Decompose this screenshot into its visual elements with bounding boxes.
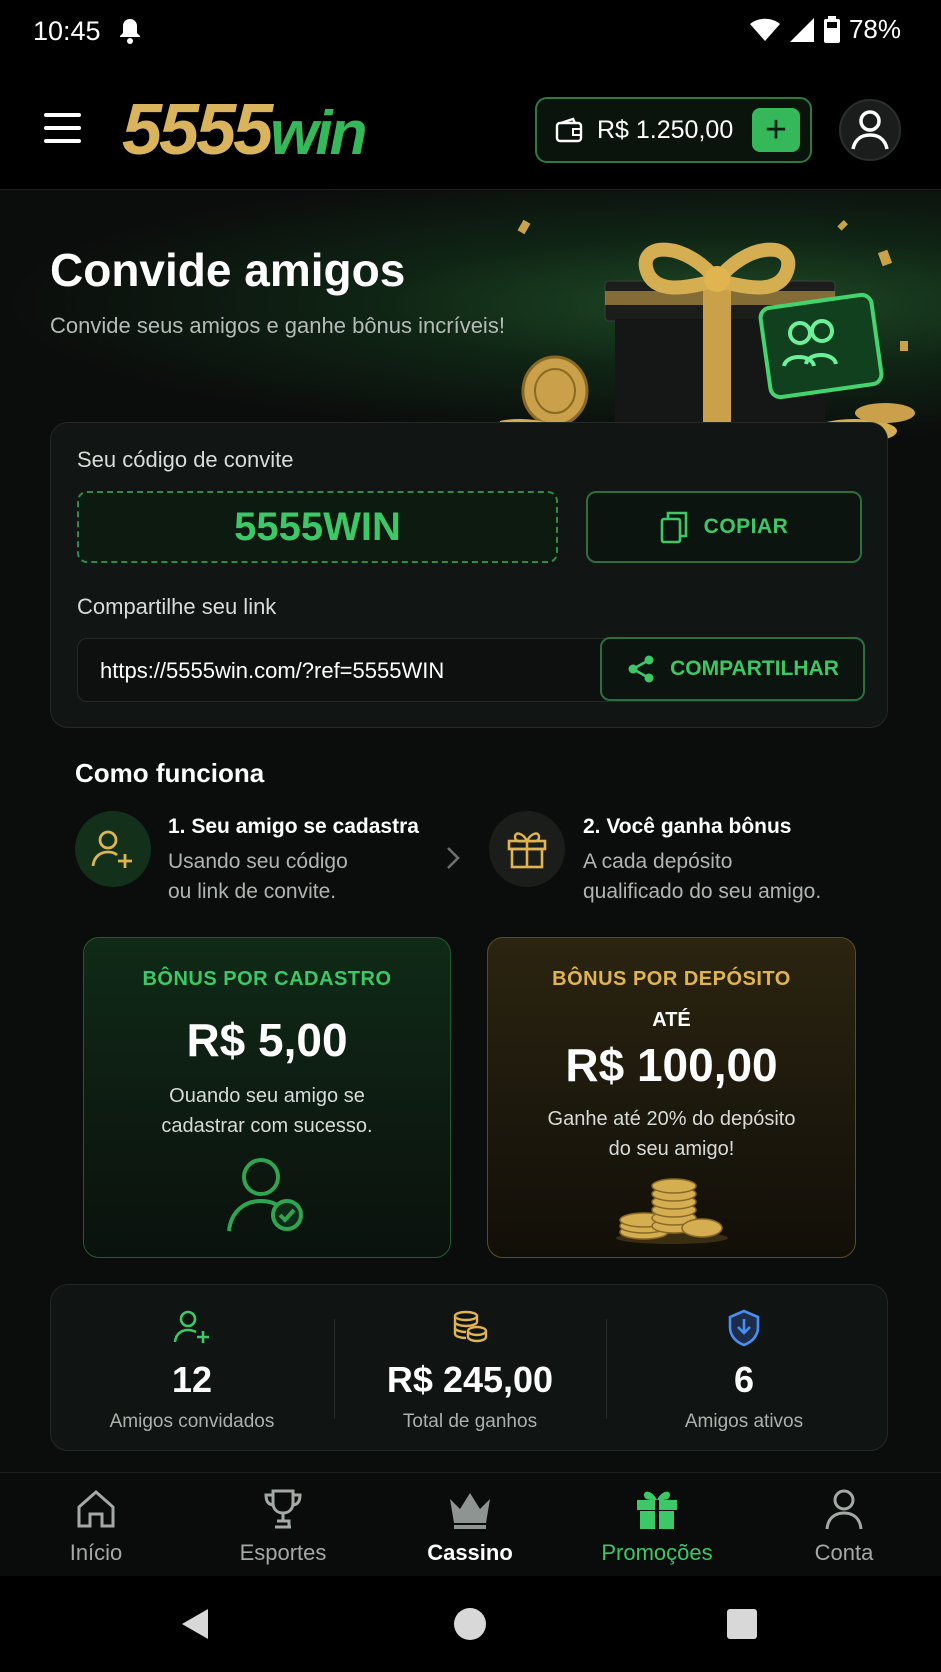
status-icons: 78% [749, 14, 901, 45]
deposit-bonus-title: BÔNUS POR DEPÓSITO [552, 968, 791, 990]
signup-bonus-desc-line1: Ouando seu amigo se [169, 1085, 365, 1107]
copy-button[interactable]: COPIAR [586, 491, 862, 563]
deposit-bonus-desc-line2: do seu amigo! [608, 1138, 735, 1160]
share-link-field[interactable]: https://5555win.com/?ref=5555WIN COMPART… [77, 637, 865, 702]
invite-card: Seu código de convite 5555WIN COPIAR Com… [50, 422, 888, 728]
battery-icon [823, 15, 840, 43]
step-2-title: 2. Você ganha bônus [583, 815, 792, 838]
stat-active-value: 6 [733, 1359, 755, 1400]
user-plus-icon [173, 1310, 209, 1343]
system-navigation-bar [0, 1576, 941, 1672]
coin-stack-icon [615, 1178, 728, 1244]
signup-bonus-title: BÔNUS POR CADASTRO [142, 968, 392, 990]
step-1-title: 1. Seu amigo se cadastra [168, 815, 419, 838]
copy-label: COPIAR [703, 515, 789, 538]
crown-icon [450, 1493, 490, 1529]
stat-divider [606, 1319, 607, 1419]
recents-icon[interactable] [726, 1608, 758, 1640]
bell-icon [118, 17, 142, 50]
trophy-icon [264, 1489, 302, 1529]
invite-code-label: Seu código de convite [77, 447, 294, 472]
share-link[interactable]: https://5555win.com/?ref=5555WIN [100, 658, 444, 684]
gift-icon [637, 1491, 677, 1529]
signup-bonus-desc-line2: cadastrar com sucesso. [161, 1115, 373, 1137]
page-title: Convide amigos [50, 244, 406, 296]
battery-level: 78% [848, 14, 901, 44]
user-icon [825, 1489, 863, 1530]
share-button[interactable]: COMPARTILHAR [600, 637, 865, 701]
copy-icon [660, 511, 687, 544]
stat-earnings-label: Total de ganhos [402, 1411, 538, 1432]
user-check-icon [227, 1158, 303, 1232]
gift-icon [507, 832, 547, 869]
step-1-desc-line2: ou link de convite. [168, 880, 337, 903]
step-2-desc-line1: A cada depósito [583, 850, 733, 873]
status-bar: 10:45 78% [0, 0, 941, 64]
user-plus-icon [91, 830, 132, 868]
deposit-bonus-desc-line1: Ganhe até 20% do depósito [547, 1108, 796, 1130]
share-icon [628, 655, 654, 683]
nav-cassino-label: Cassino [427, 1540, 513, 1565]
nav-esportes-label: Esportes [239, 1540, 327, 1565]
nav-esportes[interactable]: Esportes [208, 1487, 358, 1566]
menu-icon[interactable] [44, 113, 81, 143]
stat-earnings-value: R$ 245,00 [386, 1359, 554, 1400]
logo-number: 5555 [122, 90, 273, 170]
stats-card: 12 Amigos convidados R$ 245,00 Total de … [50, 1284, 888, 1451]
deposit-bonus-amount: R$ 100,00 [565, 1039, 778, 1091]
step-signup-icon [75, 811, 151, 887]
shield-icon [728, 1309, 760, 1347]
user-icon [851, 110, 889, 150]
step-bonus-icon [489, 811, 565, 887]
chevron-right-icon [447, 847, 460, 869]
deposit-bonus-prefix: ATÉ [652, 1009, 691, 1031]
deposit-button[interactable]: + [752, 108, 800, 152]
bottom-nav: Início Esportes Cassino Promoções Conta [0, 1472, 941, 1576]
balance-amount: R$ 1.250,00 [597, 115, 734, 144]
stat-active-label: Amigos ativos [684, 1411, 804, 1432]
stat-earnings: R$ 245,00 Total de ganhos [334, 1285, 606, 1452]
stat-active: 6 Amigos ativos [608, 1285, 880, 1452]
nav-conta-label: Conta [814, 1540, 874, 1565]
nav-inicio[interactable]: Início [21, 1487, 171, 1566]
step-1-desc-line1: Usando seu código [168, 850, 348, 873]
share-label: COMPARTILHAR [670, 657, 839, 680]
logo: 5555win [122, 94, 368, 168]
stat-invited-value: 12 [171, 1359, 213, 1400]
hero-banner: Convide amigos Convide seus amigos e gan… [0, 191, 941, 441]
logo-word: win [270, 99, 367, 168]
nav-promocoes-label: Promoções [601, 1540, 713, 1565]
avatar[interactable] [839, 99, 901, 161]
coins-icon [453, 1310, 488, 1343]
signup-bonus-amount: R$ 5,00 [186, 1014, 348, 1066]
back-icon[interactable] [180, 1607, 210, 1641]
signup-bonus-card: BÔNUS POR CADASTRO R$ 5,00 Ouando seu am… [83, 937, 451, 1258]
deposit-bonus-card: BÔNUS POR DEPÓSITO ATÉ R$ 100,00 Ganhe a… [487, 937, 856, 1258]
nav-cassino[interactable]: Cassino [395, 1487, 545, 1566]
signal-icon [789, 17, 814, 42]
stat-invited-label: Amigos convidados [109, 1411, 275, 1432]
app-header: 5555win R$ 1.250,00 + [0, 64, 941, 190]
page-subtitle: Convide seus amigos e ganhe bônus incrív… [50, 313, 505, 338]
invite-code[interactable]: 5555WIN [77, 491, 558, 563]
step-2-desc-line2: qualificado do seu amigo. [583, 880, 822, 903]
wifi-icon [749, 18, 780, 41]
status-time: 10:45 [33, 16, 101, 46]
home-circle-icon[interactable] [453, 1607, 487, 1641]
nav-conta[interactable]: Conta [769, 1487, 919, 1566]
gift-illustration [500, 219, 915, 441]
wallet-icon [555, 117, 583, 143]
stat-invited: 12 Amigos convidados [56, 1285, 328, 1452]
share-link-label: Compartilhe seu link [77, 594, 277, 619]
nav-inicio-label: Início [69, 1540, 123, 1565]
nav-promocoes[interactable]: Promoções [582, 1487, 732, 1566]
home-icon [77, 1489, 115, 1528]
how-it-works-title: Como funciona [75, 758, 265, 788]
wallet-balance[interactable]: R$ 1.250,00 + [535, 97, 812, 163]
